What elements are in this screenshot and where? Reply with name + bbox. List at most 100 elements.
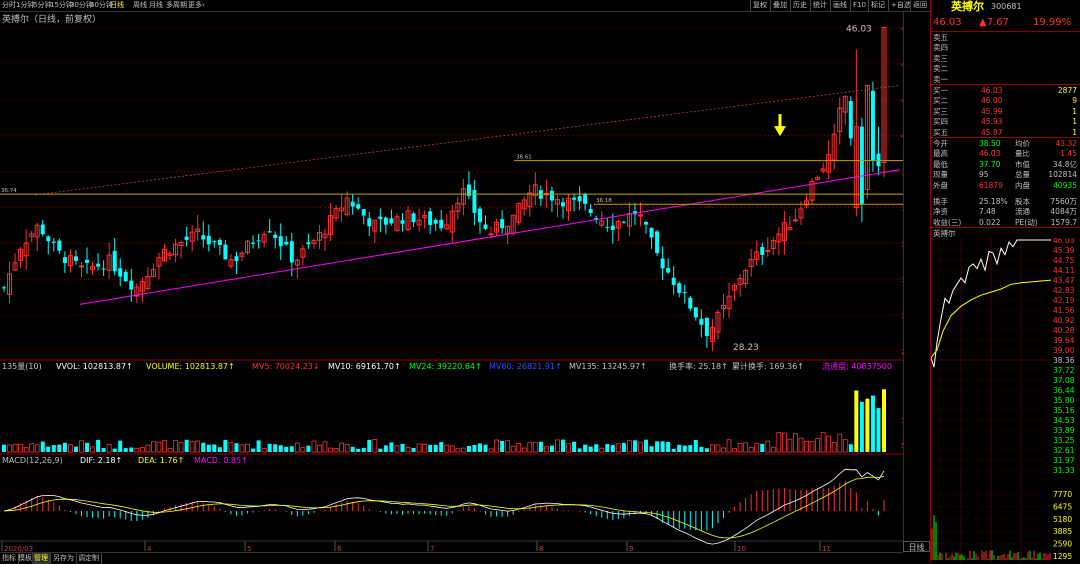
candle-body [428, 211, 433, 226]
toolbar-button-5[interactable]: F10 [850, 0, 868, 11]
volume-bar [577, 448, 582, 452]
candle-body [693, 307, 698, 318]
volume-bar [245, 443, 250, 453]
bid-price: 46.00 [981, 96, 1003, 106]
bottom-tab-2[interactable]: 管理 [32, 553, 51, 564]
candle-body [184, 236, 189, 240]
level-annotation: 38.61 [516, 155, 532, 161]
macd-indicator-header: MACD(12,26,9) DIF: 2.18↑ DEA: 1.76↑ MACD… [2, 455, 602, 466]
stat-label: 股本 [1015, 197, 1030, 206]
volume-bar [156, 441, 162, 453]
volume-bar [776, 432, 782, 453]
volume-indicator-item: VOLUME: 102813.87↑ [146, 362, 235, 371]
toolbar-button-6[interactable]: 标记 [868, 0, 887, 11]
ask-row: 卖四 [933, 42, 1079, 53]
volume-bar [284, 446, 289, 452]
intraday-vol-label: 7770 [1053, 490, 1072, 499]
period-tab-7[interactable]: 周线 [133, 0, 147, 11]
bottom-tab-3[interactable]: 另存为 [51, 553, 77, 564]
intraday-chart[interactable]: 46.0345.3944.7544.1143.4742.8342.1941.56… [931, 238, 1080, 563]
right-period-tab[interactable]: 日线 [903, 541, 930, 552]
stat-label: 流通 [1015, 207, 1030, 217]
volume-bar [754, 443, 760, 453]
intraday-axis-label: 44.11 [1053, 266, 1075, 275]
period-tab-9[interactable]: 多周期 [166, 0, 187, 11]
period-tab-8[interactable]: 月线 [149, 0, 163, 11]
toolbar-button-1[interactable]: 叠加 [770, 0, 789, 11]
intraday-axis-label: 37.08 [1053, 376, 1075, 385]
volume-bar [333, 447, 339, 453]
volume-bar [428, 444, 433, 452]
bid-price: 46.03 [981, 86, 1003, 95]
volume-bar [151, 441, 156, 453]
volume-bar [527, 441, 533, 453]
volume-bar [239, 444, 245, 453]
period-tab-0[interactable]: 分时 [2, 0, 16, 11]
volume-bar [416, 443, 422, 453]
volume-bar [383, 445, 388, 452]
volume-bar [721, 447, 726, 453]
volume-bar [90, 446, 95, 453]
volume-bar [543, 446, 549, 453]
volume-bar [378, 448, 383, 452]
ask-label: 卖一 [933, 74, 948, 84]
candle-body [46, 236, 51, 242]
candle-body [356, 204, 361, 209]
volume-bar [7, 444, 12, 453]
toolbar-button-8[interactable]: 返回 [910, 0, 929, 11]
period-tab-10[interactable]: 更多› [188, 0, 205, 11]
volume-bar [12, 443, 18, 453]
toolbar-button-2[interactable]: 历史 [790, 0, 809, 11]
toolbar-button-4[interactable]: 画线 [830, 0, 849, 11]
period-tab-2[interactable]: 5分钟 [33, 0, 51, 11]
volume-bar [367, 439, 372, 452]
volume-bar [306, 445, 311, 452]
volume-bar [18, 443, 24, 453]
stat-value: 43.32 [1055, 139, 1077, 148]
candle-body [201, 235, 206, 240]
volume-bar [228, 442, 234, 453]
bottom-toolbar: 指标 模板 管理 另存为 调定制 [0, 552, 903, 564]
stock-pct: 19.99% [1033, 17, 1072, 28]
volume-bar [483, 444, 488, 452]
candle-body [876, 153, 881, 167]
kline-chart[interactable]: 46.0328.2338.6136.7436.1846.0044.0042.00… [0, 11, 903, 563]
volume-bar [704, 448, 709, 452]
volume-bar [804, 440, 809, 453]
candle-body [278, 236, 283, 247]
volume-bar [57, 444, 62, 452]
volume-bar [118, 440, 123, 452]
period-tab-6[interactable]: 日线 [110, 0, 124, 11]
bid-price: 45.93 [981, 117, 1003, 127]
candle-body [870, 90, 875, 161]
candle-body [129, 280, 134, 290]
volume-bar [106, 444, 112, 453]
candle-body [223, 244, 228, 260]
period-tab-1[interactable]: 1分钟 [16, 0, 34, 11]
down-arrow-icon [774, 126, 786, 137]
toolbar-button-3[interactable]: 统计 [810, 0, 829, 11]
stat-row: 现量 95 总量 102814 [933, 169, 1079, 180]
candle-body [40, 224, 45, 235]
volume-bar [112, 448, 117, 452]
stock-price-row: 46.03 ▲7.67 19.99% [933, 16, 1079, 30]
bid-price: 45.99 [981, 106, 1003, 116]
stat-row: 净资 7.48 流通 4084万 [933, 206, 1079, 217]
bottom-tab-4[interactable]: 调定制 [76, 553, 102, 564]
intraday-axis-label: 45.39 [1053, 246, 1075, 255]
macd-name: MACD(12,26,9) [2, 456, 63, 465]
volume-bar [472, 444, 477, 452]
volume-bar [223, 439, 228, 452]
stat-value: 102814 [1048, 170, 1077, 180]
volume-bar [317, 444, 322, 453]
candle-body [289, 241, 294, 263]
volume-bar [588, 446, 593, 452]
candle-body [378, 216, 383, 220]
toolbar-button-0[interactable]: 复权 [750, 0, 769, 11]
volume-bar [605, 444, 610, 452]
candle-body [549, 190, 554, 201]
volume-bar [145, 444, 151, 453]
volume-bar [372, 439, 378, 453]
stat-value: 46.03 [979, 149, 1001, 159]
volume-bar [876, 408, 881, 452]
